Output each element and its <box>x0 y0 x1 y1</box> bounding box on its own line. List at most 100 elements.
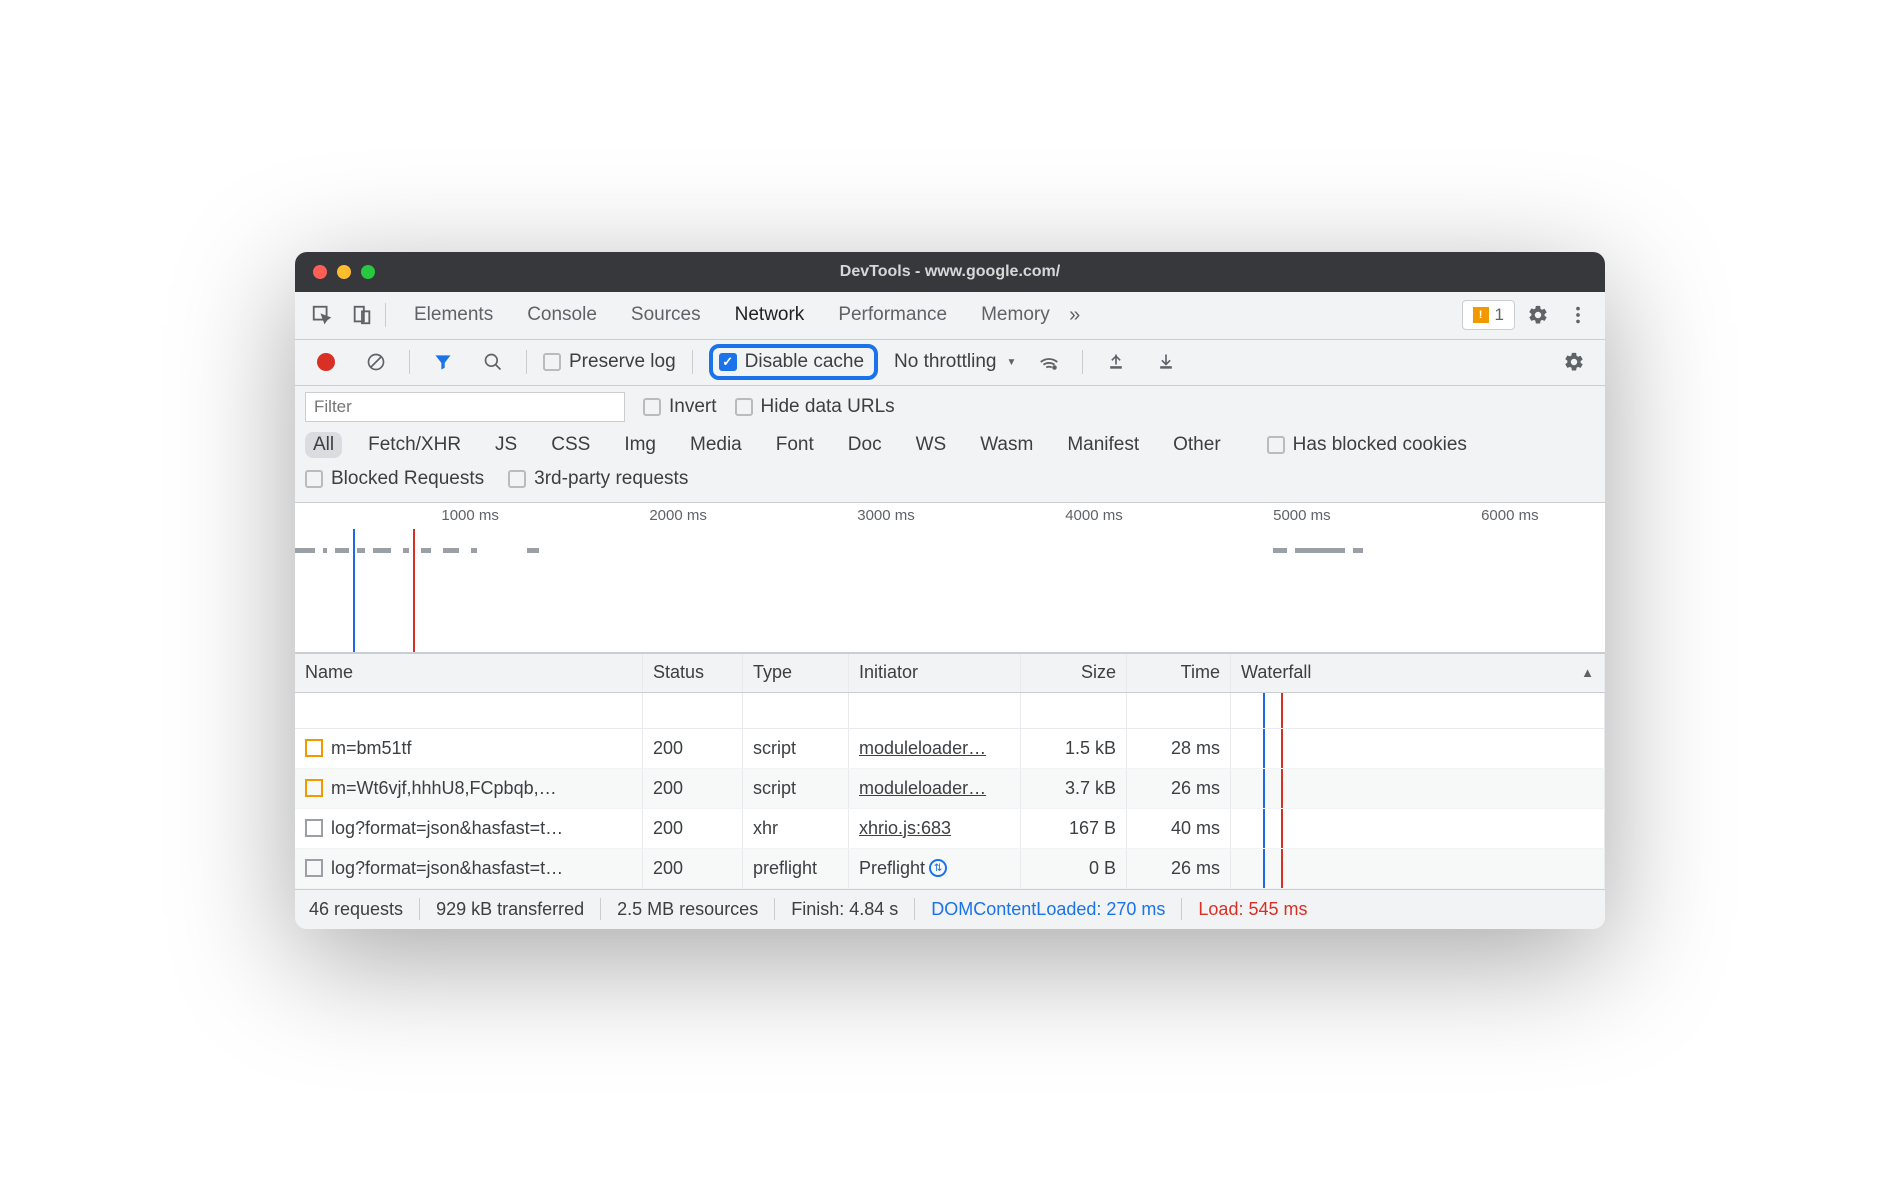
network-conditions-icon[interactable] <box>1032 345 1066 379</box>
request-type: script <box>743 729 849 768</box>
filter-type-css[interactable]: CSS <box>543 432 598 458</box>
filter-icon[interactable] <box>426 345 460 379</box>
table-header[interactable]: Name Status Type Initiator Size Time Wat… <box>295 653 1605 693</box>
hide-data-urls-checkbox[interactable]: Hide data URLs <box>735 396 895 418</box>
timeline-tick: 2000 ms <box>649 507 711 524</box>
warning-icon: ! <box>1473 307 1489 323</box>
status-dcl: DOMContentLoaded: 270 ms <box>931 899 1165 920</box>
initiator-link[interactable]: moduleloader… <box>859 778 986 799</box>
timeline-tick: 6000 ms <box>1481 507 1543 524</box>
filter-type-js[interactable]: JS <box>487 432 525 458</box>
table-row[interactable]: log?format=json&hasfast=t…200preflightPr… <box>295 849 1605 889</box>
file-icon <box>305 819 323 837</box>
record-button[interactable] <box>309 345 343 379</box>
initiator-link[interactable]: moduleloader… <box>859 738 986 759</box>
network-toolbar: Preserve log Disable cache No throttling… <box>295 340 1605 386</box>
tab-performance[interactable]: Performance <box>836 300 949 330</box>
tab-sources[interactable]: Sources <box>629 300 703 330</box>
search-icon[interactable] <box>476 345 510 379</box>
maximize-window-button[interactable] <box>361 265 375 279</box>
more-tabs-icon[interactable]: » <box>1058 298 1092 332</box>
disable-cache-checkbox[interactable]: Disable cache <box>709 344 878 380</box>
request-name: log?format=json&hasfast=t… <box>331 818 563 839</box>
window-title: DevTools - www.google.com/ <box>295 263 1605 281</box>
request-waterfall <box>1231 769 1605 808</box>
filter-input[interactable] <box>305 392 625 422</box>
filter-type-font[interactable]: Font <box>768 432 822 458</box>
status-finish: Finish: 4.84 s <box>791 899 898 920</box>
minimize-window-button[interactable] <box>337 265 351 279</box>
col-waterfall[interactable]: Waterfall▲ <box>1231 654 1605 692</box>
throttling-select[interactable]: No throttling ▼ <box>894 351 1016 373</box>
timeline-tick: 1000 ms <box>441 507 503 524</box>
filter-type-doc[interactable]: Doc <box>840 432 890 458</box>
file-icon <box>305 739 323 757</box>
separator <box>385 303 386 327</box>
table-row[interactable]: log?format=json&hasfast=t…200xhrxhrio.js… <box>295 809 1605 849</box>
request-initiator: moduleloader… <box>849 769 1021 808</box>
blocked-requests-checkbox[interactable]: Blocked Requests <box>305 468 484 490</box>
panel-tabs: Elements Console Sources Network Performance… <box>412 300 1052 330</box>
status-transferred: 929 kB transferred <box>436 899 584 920</box>
timeline-tick: 5000 ms <box>1273 507 1335 524</box>
col-size[interactable]: Size <box>1021 654 1127 692</box>
timeline-overview[interactable]: 1000 ms 2000 ms 3000 ms 4000 ms 5000 ms 6000 … <box>295 503 1605 653</box>
request-size: 3.7 kB <box>1021 769 1127 808</box>
close-window-button[interactable] <box>313 265 327 279</box>
separator <box>526 350 527 374</box>
filter-type-img[interactable]: Img <box>616 432 664 458</box>
tab-memory[interactable]: Memory <box>979 300 1052 330</box>
network-settings-icon[interactable] <box>1557 345 1591 379</box>
titlebar: DevTools - www.google.com/ <box>295 252 1605 292</box>
has-blocked-cookies-checkbox[interactable]: Has blocked cookies <box>1267 434 1467 456</box>
issues-count: 1 <box>1495 305 1504 325</box>
import-har-icon[interactable] <box>1099 345 1133 379</box>
col-type[interactable]: Type <box>743 654 849 692</box>
timeline-tick: 3000 ms <box>857 507 919 524</box>
filter-type-manifest[interactable]: Manifest <box>1059 432 1147 458</box>
requests-table: Name Status Type Initiator Size Time Wat… <box>295 653 1605 889</box>
inspect-element-icon[interactable] <box>305 298 339 332</box>
request-time: 40 ms <box>1127 809 1231 848</box>
request-initiator: Preflight⇅ <box>849 849 1021 888</box>
col-name[interactable]: Name <box>295 654 643 692</box>
status-resources: 2.5 MB resources <box>617 899 758 920</box>
status-requests: 46 requests <box>309 899 403 920</box>
request-waterfall <box>1231 809 1605 848</box>
tab-elements[interactable]: Elements <box>412 300 495 330</box>
preserve-log-checkbox[interactable]: Preserve log <box>543 351 676 373</box>
kebab-menu-icon[interactable] <box>1561 298 1595 332</box>
filter-type-media[interactable]: Media <box>682 432 750 458</box>
tab-network[interactable]: Network <box>733 300 807 330</box>
issues-badge[interactable]: ! 1 <box>1462 300 1515 330</box>
sort-indicator-icon: ▲ <box>1581 665 1594 680</box>
separator <box>409 350 410 374</box>
separator <box>1082 350 1083 374</box>
filter-type-fetchxhr[interactable]: Fetch/XHR <box>360 432 469 458</box>
filter-type-wasm[interactable]: Wasm <box>972 432 1041 458</box>
export-har-icon[interactable] <box>1149 345 1183 379</box>
third-party-checkbox[interactable]: 3rd-party requests <box>508 468 688 490</box>
table-row[interactable]: m=bm51tf200scriptmoduleloader…1.5 kB28 m… <box>295 729 1605 769</box>
table-row[interactable]: m=Wt6vjf,hhhU8,FCpbqb,…200scriptmodulelo… <box>295 769 1605 809</box>
filter-type-ws[interactable]: WS <box>908 432 955 458</box>
request-name: log?format=json&hasfast=t… <box>331 858 563 879</box>
filter-type-other[interactable]: Other <box>1165 432 1229 458</box>
request-time: 28 ms <box>1127 729 1231 768</box>
file-icon <box>305 779 323 797</box>
col-time[interactable]: Time <box>1127 654 1231 692</box>
timeline-tick: 4000 ms <box>1065 507 1127 524</box>
device-toolbar-icon[interactable] <box>345 298 379 332</box>
panel-tabs-row: Elements Console Sources Network Performance… <box>295 292 1605 340</box>
request-type: preflight <box>743 849 849 888</box>
initiator-link[interactable]: xhrio.js:683 <box>859 818 951 839</box>
col-initiator[interactable]: Initiator <box>849 654 1021 692</box>
preflight-icon: ⇅ <box>929 859 947 877</box>
settings-icon[interactable] <box>1521 298 1555 332</box>
filter-type-all[interactable]: All <box>305 432 342 458</box>
request-initiator: xhrio.js:683 <box>849 809 1021 848</box>
invert-checkbox[interactable]: Invert <box>643 396 717 418</box>
tab-console[interactable]: Console <box>525 300 599 330</box>
col-status[interactable]: Status <box>643 654 743 692</box>
clear-icon[interactable] <box>359 345 393 379</box>
